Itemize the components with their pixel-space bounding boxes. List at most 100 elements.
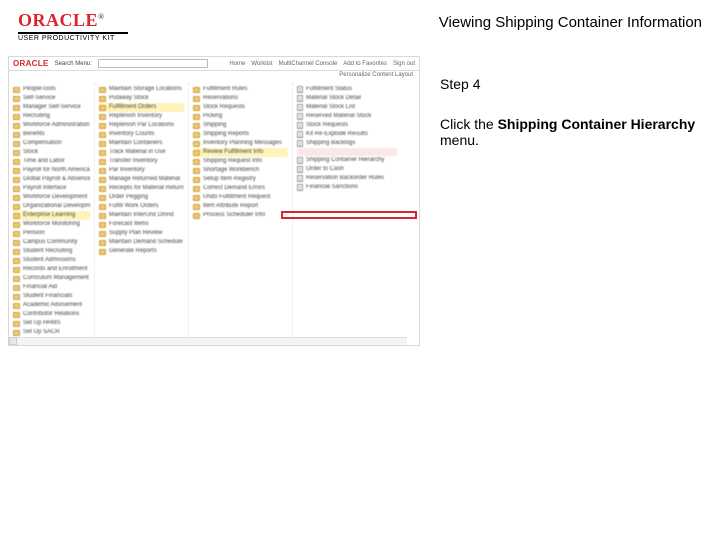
menu-item[interactable]: Manage Returned Material	[99, 175, 184, 184]
menu-item[interactable]: Fulfillment Status	[297, 85, 397, 94]
menu-item[interactable]: Records and Enrollment	[13, 265, 90, 274]
nav-home[interactable]: Home	[229, 61, 245, 67]
menu-item[interactable]: Shipping	[193, 121, 288, 130]
nav-console[interactable]: MultiChannel Console	[279, 61, 338, 67]
screenshot-panel: ORACLE Search Menu: Home Worklist MultiC…	[0, 46, 420, 540]
menu-item-label: Recruiting	[23, 112, 50, 121]
menu-item[interactable]: Shipping Container Hierarchy	[297, 156, 397, 165]
horizontal-scrollbar[interactable]	[9, 337, 407, 345]
menu-item[interactable]: Maintain InterUnit Dmnd	[99, 211, 184, 220]
menu-item[interactable]: Curriculum Management	[13, 274, 90, 283]
personalize-link[interactable]: Personalize Content Layout	[339, 72, 413, 78]
menu-item[interactable]: Correct Demand Errors	[193, 184, 288, 193]
menu-item[interactable]: Shipping Request Info	[193, 157, 288, 166]
scrollbar-left-button[interactable]	[9, 337, 17, 345]
menu-item[interactable]: Material Stock Detail	[297, 94, 397, 103]
nav-worklist[interactable]: Worklist	[251, 61, 272, 67]
menu-item[interactable]: Undo Fulfillment Request	[193, 193, 288, 202]
menu-item[interactable]: Replenish Par Locations	[99, 121, 184, 130]
menu-item[interactable]: Par Inventory	[99, 166, 184, 175]
menu-item[interactable]: Academic Advisement	[13, 301, 90, 310]
menu-item[interactable]: Self-Service	[13, 94, 90, 103]
menu-item[interactable]: Reservations	[193, 94, 288, 103]
folder-icon	[99, 132, 106, 138]
menu-item[interactable]: Forecast Items	[99, 220, 184, 229]
menu-item[interactable]: Set Up SACR	[13, 328, 90, 337]
menu-item[interactable]: Replenish Inventory	[99, 112, 184, 121]
folder-icon	[193, 87, 200, 93]
menu-item[interactable]: Process Scheduler Info	[193, 211, 288, 220]
caret-icon	[53, 115, 57, 119]
menu-item-label: Maintain Demand Schedule	[109, 238, 183, 247]
menu-item[interactable]: Compensation	[13, 139, 90, 148]
menu-item[interactable]: Fulfillment Rules	[193, 85, 288, 94]
menu-item[interactable]: Maintain Storage Locations	[99, 85, 184, 94]
menu-item[interactable]: Shipping Reports	[193, 130, 288, 139]
menu-item[interactable]: Inventory Counts	[99, 130, 184, 139]
menu-item[interactable]: Material Stock List	[297, 103, 397, 112]
menu-item[interactable]: Order Pegging	[99, 193, 184, 202]
menu-column-2: Maintain Storage LocationsPutaway StockF…	[95, 83, 189, 345]
folder-icon	[193, 123, 200, 129]
menu-item[interactable]: Stock	[13, 148, 90, 157]
menu-item[interactable]: Generate Reports	[99, 247, 184, 256]
menu-item[interactable]: Supply Plan Review	[99, 229, 184, 238]
menu-item[interactable]: Transfer Inventory	[99, 157, 184, 166]
menu-item[interactable]: Student Recruiting	[13, 247, 90, 256]
menu-item[interactable]: Student Financials	[13, 292, 90, 301]
search-input[interactable]	[98, 59, 208, 68]
menu-item-label: Self-Service	[23, 94, 55, 103]
menu-item[interactable]: Workforce Development	[13, 193, 90, 202]
menu-item[interactable]: Campus Community	[13, 238, 90, 247]
menu-item[interactable]: Shipping Backlogs	[297, 139, 397, 148]
menu-item[interactable]: Recruiting	[13, 112, 90, 121]
menu-item[interactable]: Organizational Development	[13, 202, 90, 211]
menu-item[interactable]: Fulfill Work Orders	[99, 202, 184, 211]
menu-item[interactable]: Enterprise Learning	[13, 211, 90, 220]
menu-item[interactable]: Pension	[13, 229, 90, 238]
caret-icon	[84, 106, 88, 110]
menu-item[interactable]: Workforce Monitoring	[13, 220, 90, 229]
menu-item[interactable]: Fulfillment Orders	[99, 103, 184, 112]
caret-icon	[160, 250, 164, 254]
nav-favorites[interactable]: Add to Favorites	[343, 61, 387, 67]
menu-item[interactable]: Stock Requests	[297, 121, 397, 130]
menu-item[interactable]: Setup Item Registry	[193, 175, 288, 184]
caret-icon	[80, 241, 84, 245]
menu-item-label: Curriculum Management	[23, 274, 89, 283]
menu-item[interactable]: Global Payroll & Absence Mgmt	[13, 175, 90, 184]
menu-item[interactable]: Order to Cash	[297, 165, 397, 174]
menu-item[interactable]: Payroll for North America	[13, 166, 90, 175]
menu-item[interactable]: Item Attribute Report	[193, 202, 288, 211]
menu-item[interactable]: Student Admissions	[13, 256, 90, 265]
menu-item[interactable]: Maintain Demand Schedule	[99, 238, 184, 247]
menu-item[interactable]: Set Up HRMS	[13, 319, 90, 328]
menu-item[interactable]: Manager Self-Service	[13, 103, 90, 112]
caret-icon	[82, 313, 86, 317]
menu-item[interactable]: Time and Labor	[13, 157, 90, 166]
menu-item[interactable]: Shortage Workbench	[193, 166, 288, 175]
menu-item[interactable]: Benefits	[13, 130, 90, 139]
folder-icon	[13, 267, 20, 273]
document-icon	[297, 122, 303, 129]
menu-item[interactable]: Reservation Backorder Rules	[297, 174, 397, 183]
menu-item[interactable]: Receipts for Material Returns	[99, 184, 184, 193]
menu-item[interactable]: Putaway Stock	[99, 94, 184, 103]
menu-item[interactable]: Stock Requests	[193, 103, 288, 112]
menu-item[interactable]: Financial Sanctions	[297, 183, 397, 192]
menu-item[interactable]: Reserved Material Stock	[297, 112, 397, 121]
menu-item[interactable]: Contributor Relations	[13, 310, 90, 319]
menu-item[interactable]: Review Fulfillment Info	[193, 148, 288, 157]
menu-item[interactable]: PeopleTools	[13, 85, 90, 94]
menu-item[interactable]: Payroll Interface	[13, 184, 90, 193]
menu-item[interactable]: Kit Re-Explode Results	[297, 130, 397, 139]
menu-item[interactable]: Inventory Planning Messages	[193, 139, 288, 148]
menu-item-label: Fulfillment Status	[306, 85, 352, 94]
menu-item[interactable]: Track Material in Use	[99, 148, 184, 157]
caret-icon	[285, 142, 288, 146]
menu-item[interactable]: Financial Aid	[13, 283, 90, 292]
menu-item[interactable]: Maintain Containers	[99, 139, 184, 148]
menu-item[interactable]: Picking	[193, 112, 288, 121]
nav-signout[interactable]: Sign out	[393, 61, 415, 67]
menu-item[interactable]: Workforce Administration	[13, 121, 90, 130]
